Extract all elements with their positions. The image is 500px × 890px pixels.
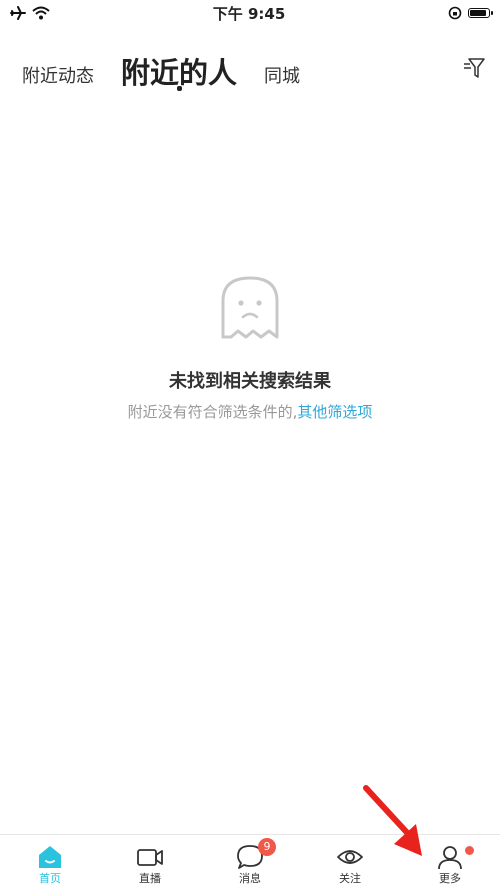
nav-live[interactable]: 直播: [100, 835, 200, 890]
nav-follow-label: 关注: [339, 872, 361, 885]
nav-follow[interactable]: 关注: [300, 835, 400, 890]
eye-icon: [337, 850, 363, 864]
top-tabs: 附近动态 附近的人 同城: [0, 40, 500, 100]
nav-more-label: 更多: [439, 872, 461, 885]
status-left: [10, 6, 50, 20]
status-right: [448, 6, 493, 20]
nav-messages-label: 消息: [239, 872, 261, 885]
airplane-icon: [10, 6, 26, 20]
bottom-nav: 首页 直播 9 消息 关注 更多: [0, 834, 500, 890]
empty-state: 未找到相关搜索结果 附近没有符合筛选条件的,其他筛选项: [0, 275, 500, 422]
user-icon: [438, 846, 462, 870]
battery-icon: [467, 8, 493, 18]
nav-live-label: 直播: [139, 872, 161, 885]
more-dot-badge: [465, 846, 474, 855]
nav-messages[interactable]: 9 消息: [200, 835, 300, 890]
empty-title: 未找到相关搜索结果: [169, 371, 331, 392]
message-count-badge: 9: [258, 838, 276, 856]
status-time: 下午 9:45: [212, 4, 286, 23]
nav-home-label: 首页: [39, 872, 61, 885]
other-filters-link[interactable]: 其他筛选项: [297, 403, 372, 421]
nav-more[interactable]: 更多: [400, 835, 500, 890]
tab-nearby-dynamics[interactable]: 附近动态: [22, 62, 94, 88]
empty-subtitle: 附近没有符合筛选条件的,其他筛选项: [0, 401, 500, 422]
ghost-icon: [221, 276, 279, 339]
empty-subtitle-text: 附近没有符合筛选条件的,: [127, 403, 298, 421]
active-tab-indicator: [177, 86, 182, 91]
status-bar: 下午 9:45: [0, 0, 500, 26]
wifi-icon: [32, 6, 50, 20]
rotation-lock-icon: [448, 6, 462, 20]
video-camera-icon: [137, 849, 163, 866]
tab-same-city[interactable]: 同城: [264, 62, 300, 88]
nav-home[interactable]: 首页: [0, 835, 100, 890]
home-icon: [39, 846, 61, 868]
filter-icon[interactable]: [462, 56, 486, 80]
